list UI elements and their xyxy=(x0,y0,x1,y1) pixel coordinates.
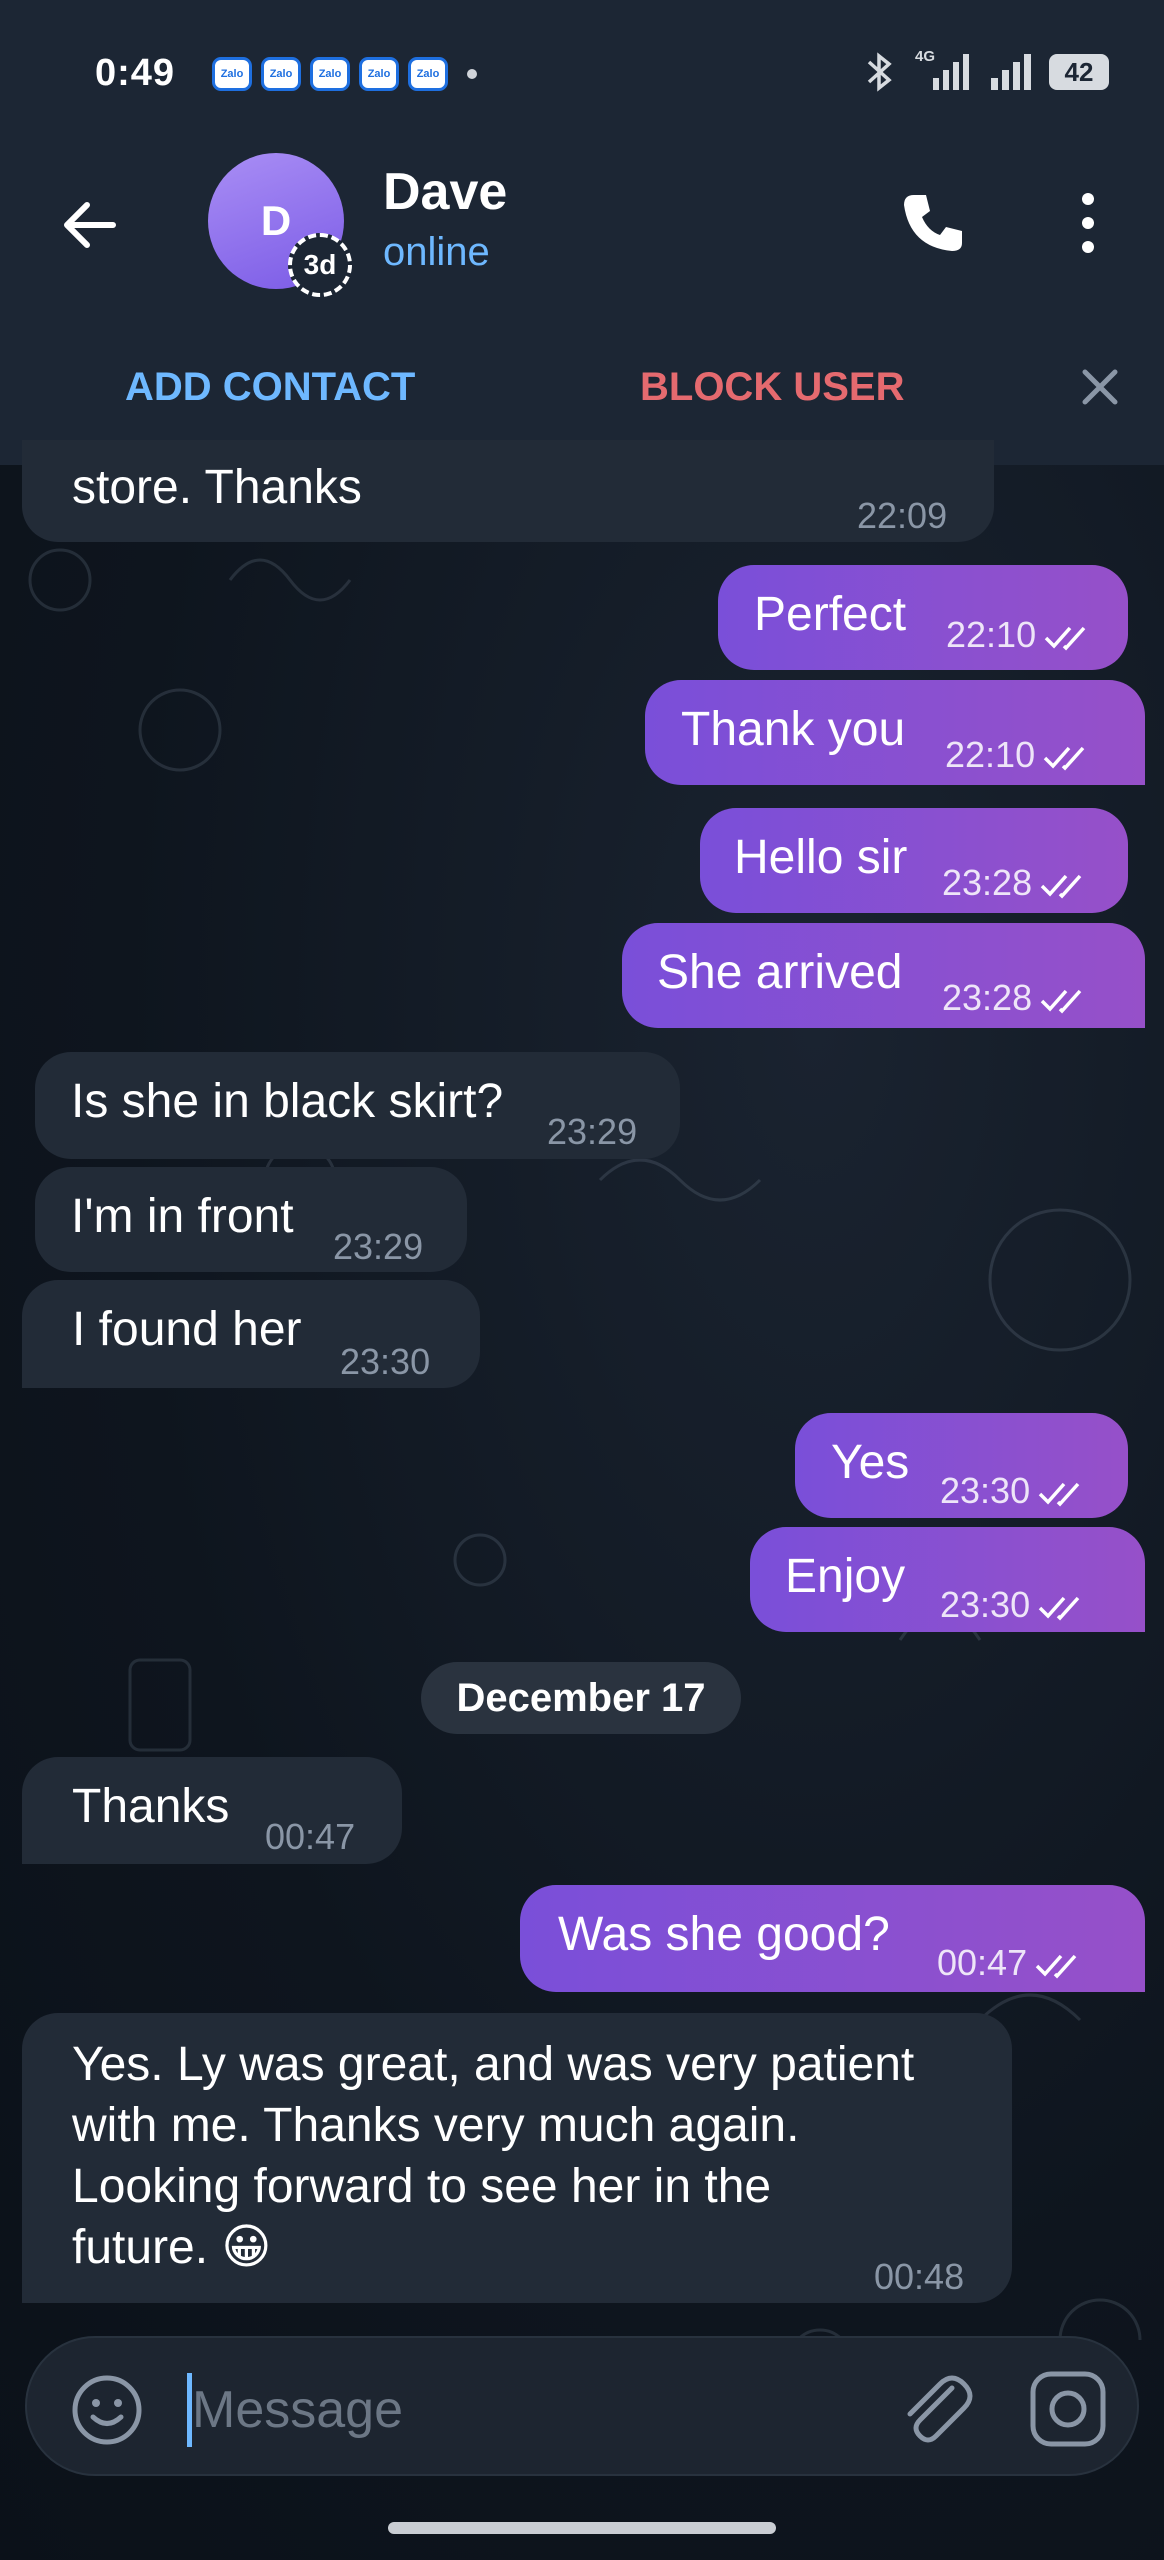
bluetooth-icon xyxy=(867,52,892,92)
home-indicator[interactable] xyxy=(388,2522,776,2534)
back-arrow-icon[interactable] xyxy=(55,190,125,260)
more-vertical-icon[interactable] xyxy=(1058,183,1118,263)
message-bubble-incoming[interactable]: Is she in black skirt? 23:29 xyxy=(35,1052,680,1159)
close-icon[interactable] xyxy=(1075,362,1125,412)
message-bubble-outgoing[interactable]: She arrived 23:28 xyxy=(622,923,1145,1028)
block-user-button[interactable]: BLOCK USER xyxy=(640,365,904,410)
double-check-icon xyxy=(1044,627,1086,652)
message-bubble-incoming[interactable]: store. Thanks 22:09 xyxy=(22,440,994,542)
message-bubble-outgoing[interactable]: Perfect 22:10 xyxy=(718,565,1128,670)
message-bubble-outgoing[interactable]: Was she good? 00:47 xyxy=(520,1885,1145,1992)
notification-icons: Zalo Zalo Zalo Zalo Zalo xyxy=(212,57,477,91)
double-check-icon xyxy=(1043,747,1085,772)
double-check-icon xyxy=(1040,875,1082,900)
signal-4g-icon: 4G xyxy=(911,48,971,92)
status-time: 0:49 xyxy=(95,52,176,94)
more-notifications-dot xyxy=(467,69,477,79)
message-bubble-outgoing[interactable]: Thank you 22:10 xyxy=(645,680,1145,785)
message-bubble-incoming[interactable]: Thanks 00:47 xyxy=(22,1757,402,1864)
battery-indicator: 42 xyxy=(1049,54,1109,90)
signal-icon xyxy=(991,54,1031,90)
double-check-icon xyxy=(1035,1955,1077,1980)
add-contact-button[interactable]: ADD CONTACT xyxy=(125,365,415,410)
zalo-notification-icon: Zalo xyxy=(310,57,350,91)
message-bubble-incoming[interactable]: Yes. Ly was great, and was very patient … xyxy=(22,2013,1012,2303)
status-indicators: 4G 42 xyxy=(865,48,1109,92)
zalo-notification-icon: Zalo xyxy=(408,57,448,91)
message-bubble-outgoing[interactable]: Yes 23:30 xyxy=(795,1413,1128,1518)
message-bubble-incoming[interactable]: I'm in front 23:29 xyxy=(35,1167,467,1272)
message-bubble-outgoing[interactable]: Enjoy 23:30 xyxy=(750,1527,1145,1632)
date-separator: December 17 xyxy=(421,1662,741,1734)
double-check-icon xyxy=(1040,990,1082,1015)
contact-status: online xyxy=(383,230,490,274)
double-check-icon xyxy=(1038,1597,1080,1622)
emoji-icon[interactable] xyxy=(67,2370,147,2450)
zalo-notification-icon: Zalo xyxy=(212,57,252,91)
contact-name[interactable]: Dave xyxy=(383,162,507,222)
message-input[interactable] xyxy=(192,2368,792,2452)
story-badge[interactable]: 3d xyxy=(288,233,352,297)
message-composer xyxy=(25,2336,1139,2476)
zalo-notification-icon: Zalo xyxy=(261,57,301,91)
message-bubble-incoming[interactable]: I found her 23:30 xyxy=(22,1280,480,1388)
camera-icon[interactable] xyxy=(1027,2368,1109,2450)
message-bubble-outgoing[interactable]: Hello sir 23:28 xyxy=(700,808,1128,913)
paperclip-icon[interactable] xyxy=(892,2366,976,2450)
chat-header: D 3d Dave online xyxy=(0,150,1164,320)
zalo-notification-icon: Zalo xyxy=(359,57,399,91)
double-check-icon xyxy=(1038,1483,1080,1508)
phone-icon[interactable] xyxy=(892,183,972,263)
status-bar: 0:49 Zalo Zalo Zalo Zalo Zalo 4G 42 xyxy=(0,0,1164,150)
